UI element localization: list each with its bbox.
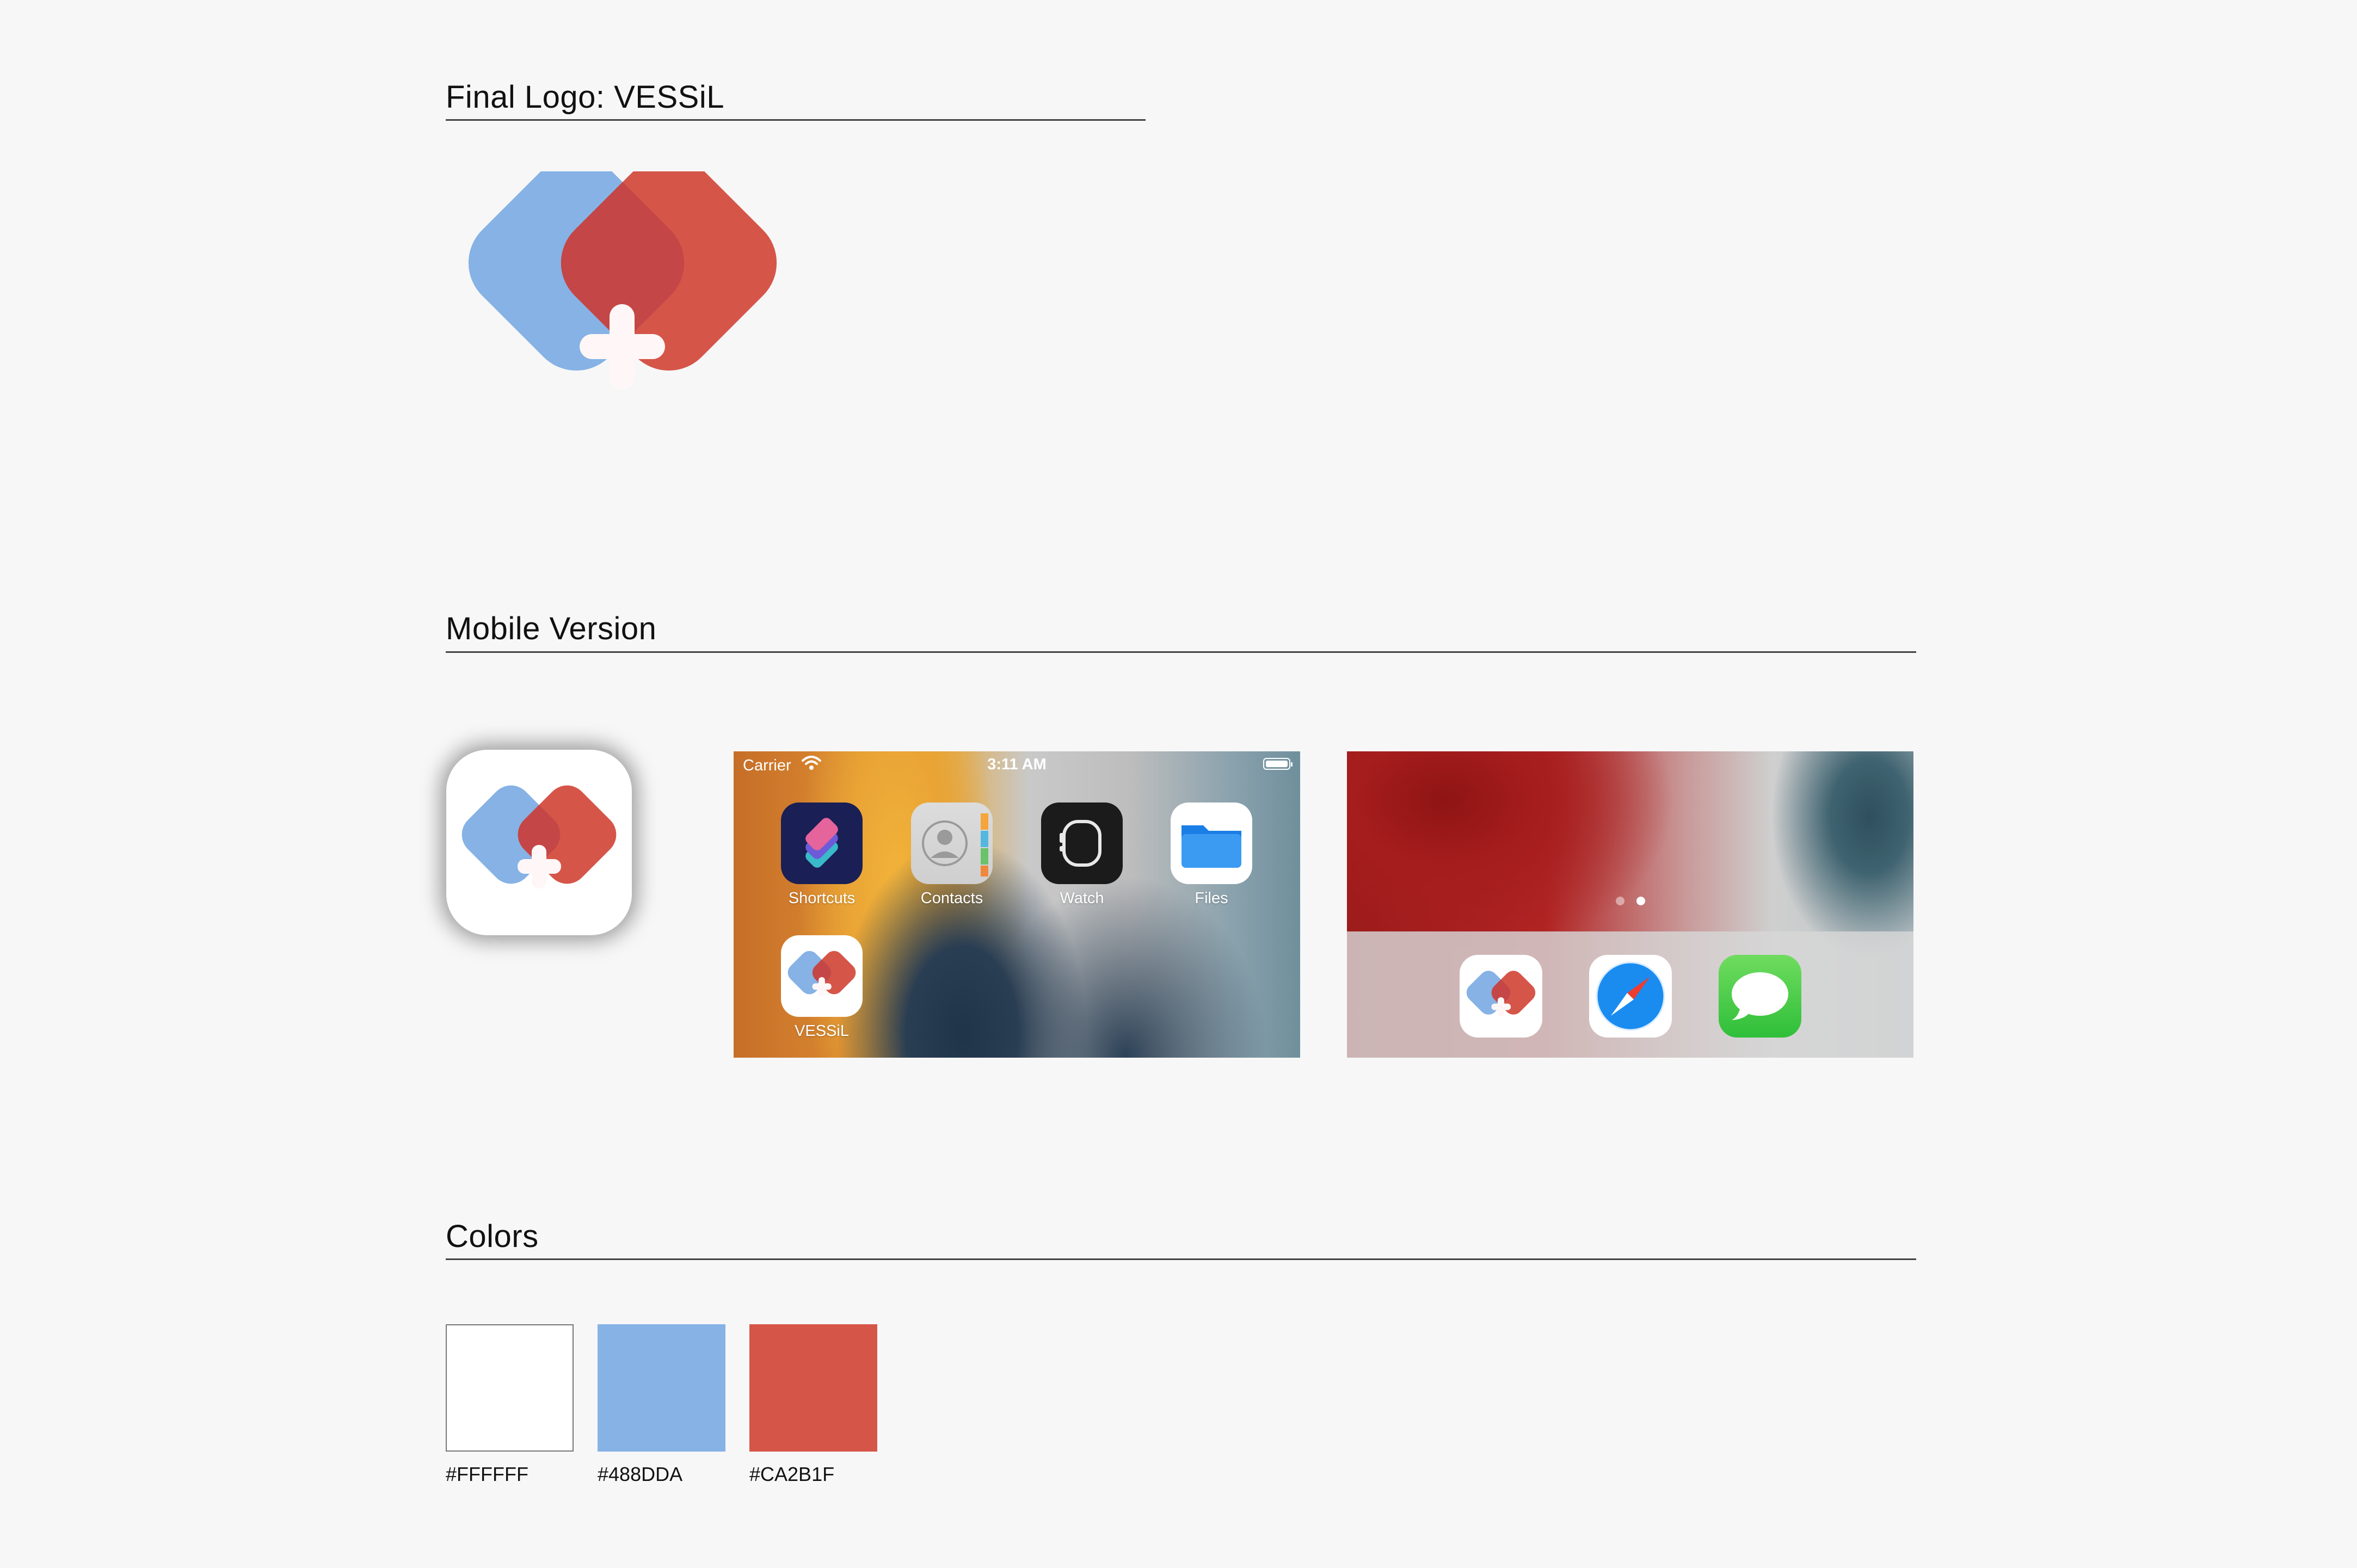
safari-compass-icon bbox=[1596, 961, 1665, 1031]
vessil-logo-icon bbox=[781, 935, 863, 1017]
page-dot[interactable] bbox=[1615, 897, 1624, 905]
home-app-label: Contacts bbox=[920, 890, 983, 907]
section-title-mobile: Mobile Version bbox=[446, 611, 657, 646]
color-label-white: #FFFFFF bbox=[446, 1463, 528, 1485]
status-time: 3:11 AM bbox=[987, 756, 1047, 773]
dock-screen-mockup bbox=[1347, 751, 1913, 1058]
files-folder-icon bbox=[1171, 802, 1252, 884]
section-title-logo: Final Logo: VESSiL bbox=[446, 79, 724, 115]
home-app-label: VESSiL bbox=[795, 1022, 849, 1040]
home-app-vessil[interactable]: VESSiL bbox=[781, 935, 863, 1040]
contacts-icon bbox=[911, 802, 993, 884]
home-app-contacts[interactable]: Contacts bbox=[911, 802, 993, 908]
section-rule-logo bbox=[446, 119, 1146, 121]
app-icon-preview bbox=[446, 750, 632, 935]
vessil-logo bbox=[468, 171, 777, 390]
page-dot-active[interactable] bbox=[1636, 897, 1645, 905]
messages-bubble-icon bbox=[1732, 972, 1788, 1020]
section-title-colors: Colors bbox=[446, 1219, 539, 1254]
color-label-red: #CA2B1F bbox=[749, 1463, 835, 1485]
home-app-label: Shortcuts bbox=[788, 890, 856, 907]
logo-cross-horizontal bbox=[580, 334, 665, 359]
dock-app-vessil[interactable] bbox=[1460, 955, 1542, 1038]
home-app-watch[interactable]: Watch bbox=[1041, 802, 1123, 908]
section-rule-colors bbox=[446, 1258, 1916, 1260]
battery-icon bbox=[1263, 758, 1293, 770]
color-swatch-blue bbox=[598, 1324, 725, 1452]
color-swatch-white bbox=[446, 1324, 574, 1452]
color-swatch-red bbox=[749, 1324, 877, 1452]
shortcuts-icon bbox=[781, 802, 863, 884]
color-label-blue: #488DDA bbox=[598, 1463, 683, 1485]
vessil-logo-icon bbox=[461, 785, 617, 888]
watch-icon bbox=[1041, 802, 1123, 884]
vessil-logo-icon bbox=[1466, 971, 1536, 1017]
home-app-label: Watch bbox=[1060, 890, 1104, 907]
home-screen-mockup: Carrier 3:11 AM Shortcuts Contacts Watch… bbox=[734, 751, 1300, 1058]
status-bar: Carrier 3:11 AM bbox=[734, 751, 1300, 775]
page-indicator[interactable] bbox=[1347, 897, 1913, 908]
dock-app-safari[interactable] bbox=[1589, 955, 1672, 1038]
home-app-files[interactable]: Files bbox=[1171, 802, 1252, 908]
home-app-label: Files bbox=[1195, 890, 1228, 907]
home-app-shortcuts[interactable]: Shortcuts bbox=[781, 802, 863, 908]
dock-app-messages[interactable] bbox=[1719, 955, 1801, 1038]
section-rule-mobile bbox=[446, 651, 1916, 653]
